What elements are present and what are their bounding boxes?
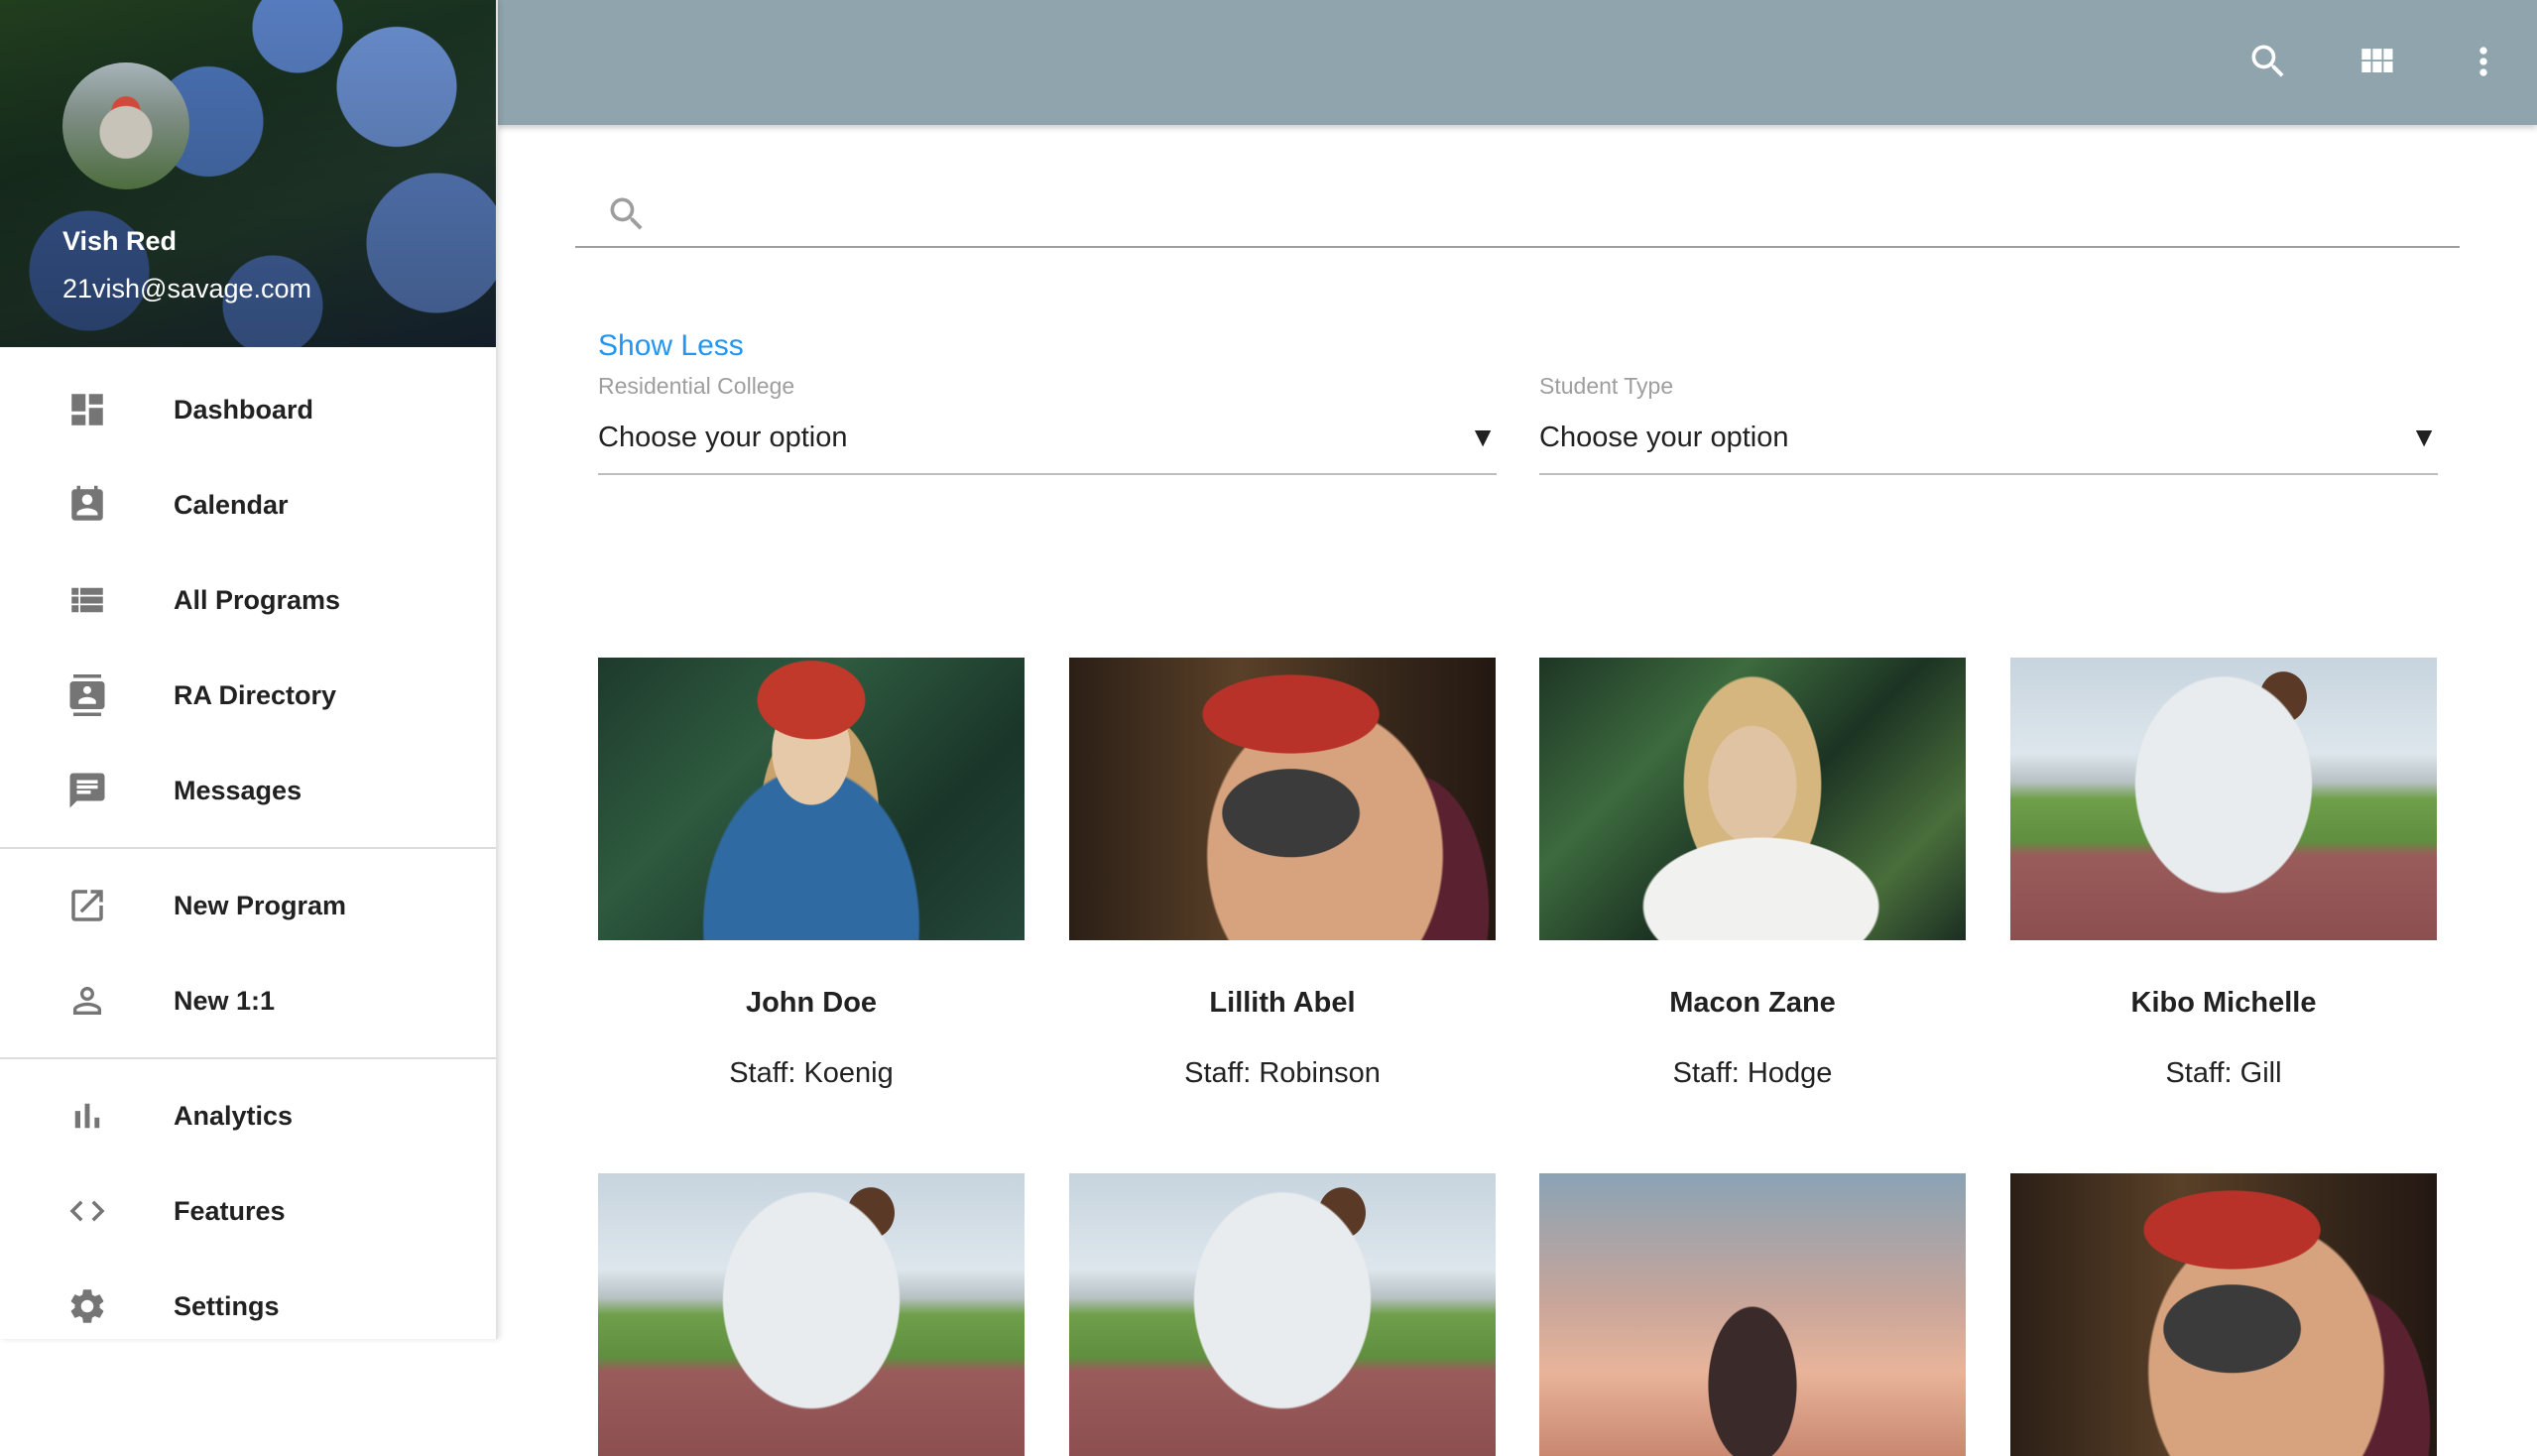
sidebar: Vish Red 21vish@savage.com Dashboard Cal… bbox=[0, 0, 498, 1339]
dropdown-caret-icon: ▼ bbox=[2410, 422, 2438, 452]
residential-college-filter: Residential College Choose your option ▼ bbox=[598, 373, 1497, 475]
sidebar-item-settings[interactable]: Settings bbox=[0, 1259, 496, 1339]
student-card[interactable] bbox=[1539, 1173, 1966, 1456]
student-photo bbox=[598, 1173, 1025, 1456]
person-icon bbox=[64, 978, 110, 1024]
student-photo bbox=[1069, 658, 1496, 940]
student-photo bbox=[2010, 1173, 2437, 1456]
student-staff: Staff: Koenig bbox=[729, 1057, 894, 1089]
dashboard-icon bbox=[64, 387, 110, 432]
search-icon bbox=[610, 197, 643, 230]
sidebar-item-ra-directory[interactable]: RA Directory bbox=[0, 648, 496, 743]
student-name: Lillith Abel bbox=[1209, 987, 1356, 1019]
gear-icon bbox=[64, 1283, 110, 1329]
student-staff: Staff: Robinson bbox=[1184, 1057, 1381, 1089]
sidebar-item-all-programs[interactable]: All Programs bbox=[0, 552, 496, 648]
sidebar-item-new-one-on-one[interactable]: New 1:1 bbox=[0, 953, 496, 1048]
sidebar-item-messages[interactable]: Messages bbox=[0, 743, 496, 838]
search-input[interactable] bbox=[664, 182, 2444, 240]
avatar[interactable] bbox=[62, 62, 189, 189]
bar-chart-icon bbox=[64, 1093, 110, 1139]
residential-college-select[interactable]: Choose your option ▼ bbox=[598, 422, 1497, 475]
student-type-select[interactable]: Choose your option ▼ bbox=[1539, 422, 2438, 475]
nav-divider bbox=[0, 1057, 496, 1059]
profile-email: 21vish@savage.com bbox=[62, 274, 312, 303]
sidebar-item-label: Calendar bbox=[174, 489, 289, 520]
apps-grid-icon[interactable] bbox=[2353, 38, 2400, 85]
nav-group-create: New Program New 1:1 bbox=[0, 858, 496, 1048]
sidebar-item-analytics[interactable]: Analytics bbox=[0, 1068, 496, 1163]
student-type-filter: Student Type Choose your option ▼ bbox=[1539, 373, 2438, 475]
list-icon bbox=[64, 577, 110, 623]
sidebar-item-label: Settings bbox=[174, 1290, 280, 1321]
code-icon bbox=[64, 1188, 110, 1234]
message-icon bbox=[64, 768, 110, 813]
sidebar-item-label: New 1:1 bbox=[174, 985, 276, 1016]
sidebar-item-label: All Programs bbox=[174, 584, 341, 615]
nav-group-tools: Analytics Features Settings bbox=[0, 1068, 496, 1339]
sidebar-item-label: Dashboard bbox=[174, 394, 314, 425]
student-photo bbox=[1069, 1173, 1496, 1456]
residential-college-label: Residential College bbox=[598, 373, 795, 399]
sidebar-item-label: Messages bbox=[174, 775, 302, 805]
main-content: Show Less Residential College Choose you… bbox=[496, 125, 2537, 1456]
sidebar-item-new-program[interactable]: New Program bbox=[0, 858, 496, 953]
sidebar-nav: Dashboard Calendar All Programs RA Direc… bbox=[0, 347, 496, 1339]
student-name: Kibo Michelle bbox=[2130, 987, 2317, 1019]
student-card[interactable]: Kibo Michelle Staff: Gill bbox=[2010, 658, 2437, 1090]
nav-divider bbox=[0, 847, 496, 849]
search-icon[interactable] bbox=[2244, 38, 2292, 85]
student-name: John Doe bbox=[745, 987, 878, 1019]
sidebar-item-label: RA Directory bbox=[174, 679, 337, 710]
profile-header: Vish Red 21vish@savage.com bbox=[0, 0, 496, 347]
student-card[interactable]: John Doe Staff: Koenig bbox=[598, 658, 1025, 1090]
more-vert-icon[interactable] bbox=[2460, 38, 2507, 85]
sidebar-item-label: Features bbox=[174, 1195, 286, 1226]
student-staff: Staff: Gill bbox=[2165, 1057, 2282, 1089]
profile-name: Vish Red bbox=[62, 226, 178, 256]
student-card[interactable] bbox=[2010, 1173, 2437, 1456]
student-type-label: Student Type bbox=[1539, 373, 1674, 399]
select-value: Choose your option bbox=[598, 422, 848, 453]
dropdown-caret-icon: ▼ bbox=[1469, 422, 1497, 452]
student-photo bbox=[1539, 658, 1966, 940]
calendar-icon bbox=[64, 482, 110, 528]
sidebar-item-dashboard[interactable]: Dashboard bbox=[0, 362, 496, 457]
student-staff: Staff: Hodge bbox=[1672, 1057, 1833, 1089]
contacts-icon bbox=[64, 672, 110, 718]
select-value: Choose your option bbox=[1539, 422, 1789, 453]
student-photo bbox=[2010, 658, 2437, 940]
nav-group-main: Dashboard Calendar All Programs RA Direc… bbox=[0, 362, 496, 838]
sidebar-item-label: Analytics bbox=[174, 1100, 294, 1131]
student-card[interactable]: Macon Zane Staff: Hodge bbox=[1539, 658, 1966, 1090]
top-app-bar bbox=[496, 0, 2537, 125]
search-bar bbox=[575, 175, 2460, 248]
sidebar-item-calendar[interactable]: Calendar bbox=[0, 457, 496, 552]
show-less-link[interactable]: Show Less bbox=[598, 329, 744, 363]
open-in-new-icon bbox=[64, 883, 110, 928]
student-card[interactable]: Lillith Abel Staff: Robinson bbox=[1069, 658, 1496, 1090]
student-card[interactable] bbox=[1069, 1173, 1496, 1456]
student-photo bbox=[598, 658, 1025, 940]
sidebar-item-label: New Program bbox=[174, 890, 347, 920]
student-photo bbox=[1539, 1173, 1966, 1456]
sidebar-item-features[interactable]: Features bbox=[0, 1163, 496, 1259]
student-name: Macon Zane bbox=[1669, 987, 1836, 1019]
student-card[interactable] bbox=[598, 1173, 1025, 1456]
